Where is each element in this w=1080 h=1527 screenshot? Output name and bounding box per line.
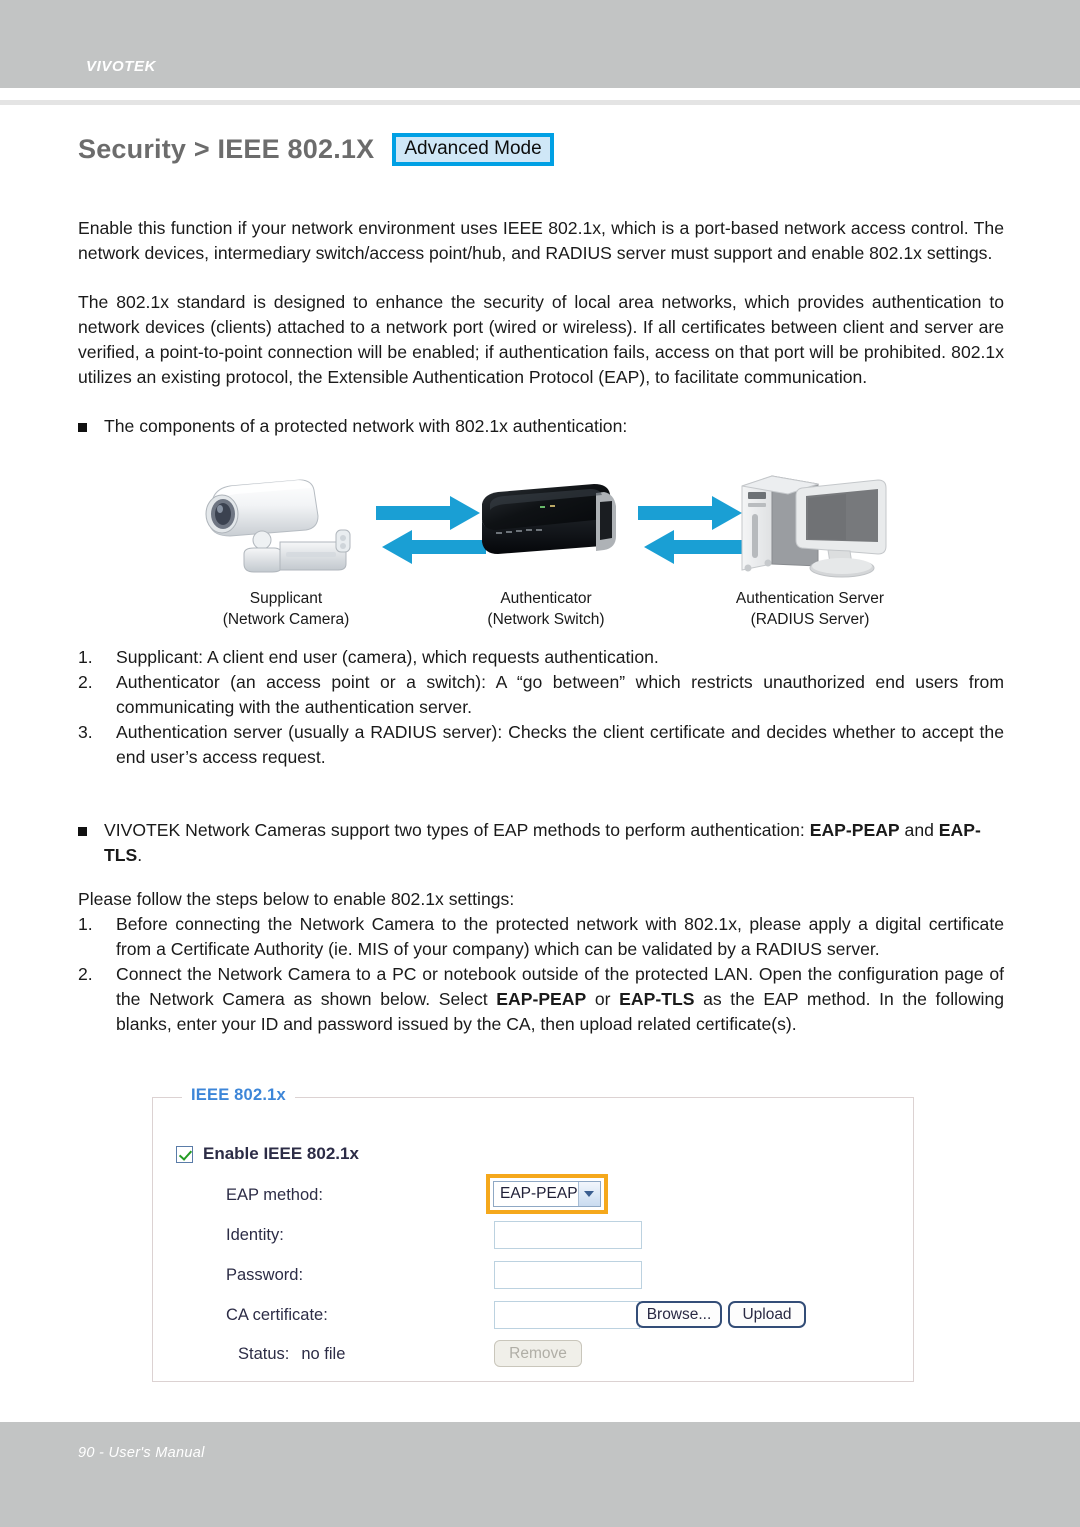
component-definitions-list: 1. Supplicant: A client end user (camera… [78,645,1004,770]
intro-text-block: Enable this function if your network env… [78,216,1004,439]
paragraph-1: Enable this function if your network env… [78,218,1004,263]
bullet-eap-mid: and [899,820,939,840]
list-item-text: Supplicant: A client end user (camera), … [116,647,659,667]
list-item-text: Authenticator (an access point or a swit… [116,672,1004,717]
list-item: 3. Authentication server (usually a RADI… [78,720,1004,770]
list-item-number: 2. [78,672,93,692]
diagram-caption-authenticator-line2: (Network Switch) [487,611,605,628]
list-item: 2. Authenticator (an access point or a s… [78,670,1004,720]
bullet-eap-suffix: . [137,845,143,865]
advanced-mode-badge[interactable]: Advanced Mode [392,133,554,167]
bullet-components-text: The components of a protected network wi… [104,416,628,436]
eap-method-selected-value: EAP-PEAP [500,1185,578,1202]
list-item: 1. Supplicant: A client end user (camera… [78,645,1004,670]
network-switch-icon [466,470,626,580]
paragraph-2: The 802.1x standard is designed to enhan… [78,292,1004,387]
list-item-number: 3. [78,722,93,742]
diagram-caption-auth-server-line2: (RADIUS Server) [750,611,870,628]
status-row: Status: no file [238,1345,345,1364]
status-value: no file [301,1345,346,1363]
list-item-text: Before connecting the Network Camera to … [116,914,1004,959]
status-label: Status: [238,1345,290,1363]
list-item-number: 2. [78,964,93,984]
diagram-caption-authenticator: Authenticator (Network Switch) [426,588,666,630]
identity-input[interactable] [494,1221,642,1249]
list-item: 2. Connect the Network Camera to a PC or… [78,962,1004,1037]
page-header-bar [0,0,1080,88]
enable-ieee-8021x-row[interactable]: Enable IEEE 802.1x [176,1144,359,1164]
page-title: Security > IEEE 802.1X [78,134,375,165]
panel-legend: IEEE 802.1x [182,1086,295,1105]
eap-methods-block: VIVOTEK Network Cameras support two type… [78,818,1004,868]
network-camera-icon [196,470,376,580]
list-item-bold-tls: EAP-TLS [619,989,695,1009]
list-item-text: Authentication server (usually a RADIUS … [116,722,1004,767]
diagram-caption-auth-server-line1: Authentication Server [735,590,885,607]
vivotek-logo: VIVOTEK [86,58,157,75]
enable-ieee-8021x-checkbox[interactable] [176,1145,193,1163]
diagram-caption-auth-server: Authentication Server (RADIUS Server) [690,588,930,630]
eap-method-highlight: EAP-PEAP [486,1174,608,1214]
diagram-caption-supplicant-line2: (Network Camera) [222,611,350,628]
bullet-eap-bold-peap: EAP-PEAP [809,820,900,840]
remove-button[interactable]: Remove [494,1340,582,1367]
identity-label: Identity: [226,1226,284,1244]
network-components-diagram: Supplicant (Network Camera) Authenticato… [78,470,1004,628]
diagram-caption-supplicant-line1: Supplicant [249,590,323,607]
radius-server-icon [728,470,898,580]
footer-page-label: 90 - User's Manual [78,1445,205,1461]
upload-button[interactable]: Upload [728,1301,806,1328]
eap-method-select[interactable]: EAP-PEAP [493,1181,601,1207]
ca-certificate-input[interactable] [494,1301,640,1329]
browse-button[interactable]: Browse... [636,1301,722,1328]
steps-block: Please follow the steps below to enable … [78,887,1004,1037]
bullet-eap-methods: VIVOTEK Network Cameras support two type… [78,818,1004,868]
eap-method-label: EAP method: [226,1186,323,1204]
diagram-caption-supplicant: Supplicant (Network Camera) [166,588,406,630]
page-title-row: Security > IEEE 802.1X Advanced Mode [78,133,554,167]
password-label: Password: [226,1266,304,1284]
header-divider [0,100,1080,105]
steps-intro: Please follow the steps below to enable … [78,889,515,909]
ca-certificate-label: CA certificate: [226,1306,328,1324]
enable-ieee-8021x-label: Enable IEEE 802.1x [203,1144,359,1163]
list-item-number: 1. [78,914,93,934]
bullet-eap-prefix: VIVOTEK Network Cameras support two type… [104,820,810,840]
page-footer-bar [0,1422,1080,1527]
list-item-number: 1. [78,647,93,667]
list-item: 1. Before connecting the Network Camera … [78,912,1004,962]
list-item-text-part2: or [586,989,620,1009]
list-item-bold-peap: EAP-PEAP [496,989,587,1009]
diagram-caption-authenticator-line1: Authenticator [500,590,592,607]
bullet-components-heading: The components of a protected network wi… [78,414,1004,439]
password-input[interactable] [494,1261,642,1289]
chevron-down-icon[interactable] [577,1182,600,1206]
